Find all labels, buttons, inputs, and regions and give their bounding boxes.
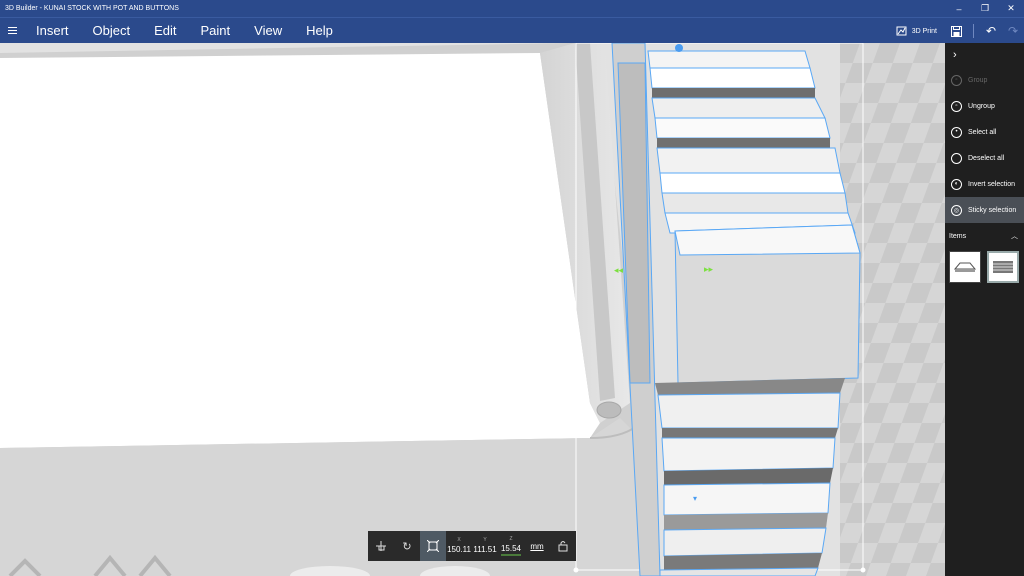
- collapse-panel-icon[interactable]: ›: [945, 43, 1024, 67]
- sticky-selection-button[interactable]: ◎ Sticky selection: [945, 197, 1024, 223]
- close-button[interactable]: ✕: [998, 0, 1024, 17]
- chevron-up-icon: ︿: [1011, 233, 1018, 240]
- menu-edit[interactable]: Edit: [142, 18, 188, 44]
- x-coordinate[interactable]: X 150.11: [446, 531, 472, 561]
- sticky-selection-icon: ◎: [951, 204, 962, 216]
- items-label: Items: [949, 232, 967, 240]
- menu-object[interactable]: Object: [81, 18, 143, 44]
- deselect-all-icon: [951, 152, 962, 164]
- group-button[interactable]: ▫ Group: [945, 67, 1024, 93]
- transform-toolbar: ↻ X 150.11 Y 111.51 Z 15.54 mm: [368, 531, 576, 561]
- 3d-print-button[interactable]: 3D Print: [888, 26, 945, 36]
- ungroup-icon: ▫: [951, 100, 962, 112]
- invert-selection-icon: ◐: [951, 178, 962, 190]
- ungroup-button[interactable]: ▫ Ungroup: [945, 93, 1024, 119]
- z-value[interactable]: 15.54: [500, 543, 522, 556]
- deselect-all-label: Deselect all: [968, 154, 1005, 162]
- hamburger-menu-icon[interactable]: [0, 18, 24, 44]
- unit-selector[interactable]: mm: [524, 531, 550, 561]
- move-icon[interactable]: [368, 531, 394, 561]
- save-icon[interactable]: [945, 18, 967, 44]
- invert-selection-button[interactable]: ◐ Invert selection: [945, 171, 1024, 197]
- menu-paint[interactable]: Paint: [189, 18, 243, 44]
- group-icon: ▫: [951, 74, 962, 86]
- toolbar-divider: [973, 24, 974, 38]
- print-icon: [896, 26, 907, 36]
- deselect-all-button[interactable]: Deselect all: [945, 145, 1024, 171]
- x-value[interactable]: 150.11: [447, 544, 471, 555]
- z-axis-label: Z: [509, 536, 513, 542]
- select-all-button[interactable]: • Select all: [945, 119, 1024, 145]
- y-value[interactable]: 111.51: [473, 544, 496, 555]
- scale-icon[interactable]: [420, 531, 446, 561]
- minimize-button[interactable]: –: [946, 0, 972, 17]
- svg-text:◂◂: ◂◂: [614, 266, 624, 276]
- z-coordinate[interactable]: Z 15.54: [498, 531, 524, 561]
- maximize-button[interactable]: ❐: [972, 0, 998, 17]
- sticky-selection-label: Sticky selection: [968, 206, 1017, 214]
- y-axis-label: Y: [483, 537, 487, 543]
- item-thumbnail-handle[interactable]: [987, 251, 1019, 283]
- svg-text:▾: ▾: [693, 494, 697, 503]
- menu-bar: Insert Object Edit Paint View Help 3D Pr…: [0, 17, 1024, 43]
- menu-view[interactable]: View: [242, 18, 294, 44]
- item-thumbnail-tray[interactable]: [949, 251, 981, 283]
- select-all-icon: •: [951, 126, 962, 138]
- window-title: 3D Builder - KUNAI STOCK WITH POT AND BU…: [5, 5, 179, 12]
- title-bar: 3D Builder - KUNAI STOCK WITH POT AND BU…: [0, 0, 1024, 17]
- scene-model: ◂◂ ▸▸ ▾: [0, 43, 945, 576]
- x-axis-label: X: [457, 537, 461, 543]
- items-header[interactable]: Items ︿: [945, 225, 1024, 247]
- menu-help[interactable]: Help: [294, 18, 345, 44]
- app-window: 3D Builder - KUNAI STOCK WITH POT AND BU…: [0, 0, 1024, 576]
- rotate-icon[interactable]: ↻: [394, 531, 420, 561]
- select-all-label: Select all: [968, 128, 997, 136]
- invert-selection-label: Invert selection: [968, 180, 1016, 188]
- menu-insert[interactable]: Insert: [24, 18, 81, 44]
- items-thumbnails: [945, 247, 1024, 287]
- group-label: Group: [968, 76, 988, 84]
- lock-icon[interactable]: [550, 531, 576, 561]
- side-panel: › ▫ Group ▫ Ungroup • Select all Deselec…: [945, 43, 1024, 576]
- redo-icon[interactable]: ↷: [1002, 18, 1024, 44]
- y-coordinate[interactable]: Y 111.51: [472, 531, 498, 561]
- 3d-viewport[interactable]: ◂◂ ▸▸ ▾: [0, 43, 945, 576]
- ungroup-label: Ungroup: [968, 102, 995, 110]
- undo-icon[interactable]: ↶: [980, 18, 1002, 44]
- svg-text:▸▸: ▸▸: [704, 265, 714, 275]
- menu-right-group: 3D Print ↶ ↷: [888, 18, 1024, 44]
- 3d-print-label: 3D Print: [911, 27, 937, 35]
